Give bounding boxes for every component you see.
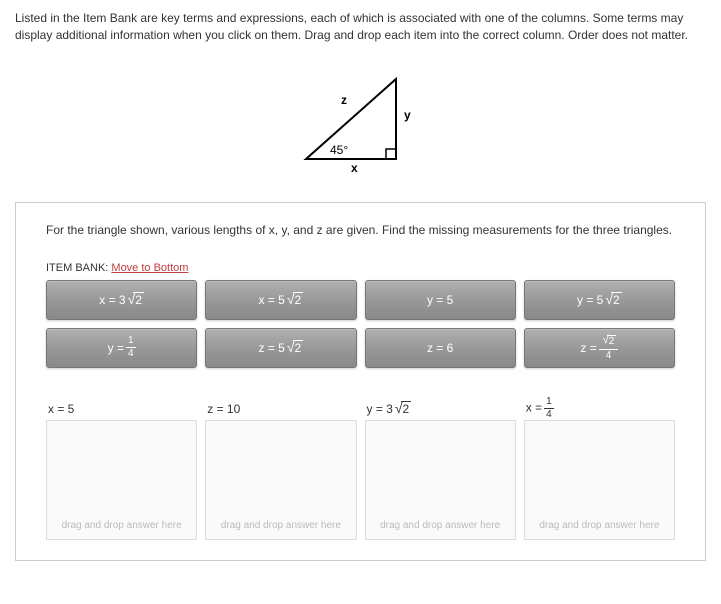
bank-item[interactable]: x = 5√2 xyxy=(205,280,356,320)
drop-column: x =14 drag and drop answer here xyxy=(524,398,675,540)
drop-target[interactable]: drag and drop answer here xyxy=(205,420,356,540)
bank-item[interactable]: z = 6 xyxy=(365,328,516,368)
drop-column-header: z = 10 xyxy=(205,398,356,420)
drop-column-header: y = 3√2 xyxy=(365,398,516,420)
drop-target[interactable]: drag and drop answer here xyxy=(524,420,675,540)
angle-label: 45° xyxy=(330,143,348,157)
drop-hint-text: drag and drop answer here xyxy=(539,520,659,531)
side-y-label: y xyxy=(404,108,411,122)
move-to-bottom-link[interactable]: Move to Bottom xyxy=(111,262,188,274)
side-z-label: z xyxy=(341,93,347,107)
drop-hint-text: drag and drop answer here xyxy=(380,520,500,531)
drop-hint-text: drag and drop answer here xyxy=(62,520,182,531)
drop-column: z = 10 drag and drop answer here xyxy=(205,398,356,540)
bank-item[interactable]: y = 5 xyxy=(365,280,516,320)
bank-item[interactable]: y = 5√2 xyxy=(524,280,675,320)
bank-item[interactable]: z =√24 xyxy=(524,328,675,368)
item-bank-grid: x = 3√2x = 5√2y = 5y = 5√2y =14z = 5√2z … xyxy=(46,280,675,368)
drop-column-header: x = 5 xyxy=(46,398,197,420)
question-text: For the triangle shown, various lengths … xyxy=(46,223,675,237)
drop-hint-text: drag and drop answer here xyxy=(221,520,341,531)
drop-column-header: x =14 xyxy=(524,398,675,420)
drop-target[interactable]: drag and drop answer here xyxy=(365,420,516,540)
drop-target[interactable]: drag and drop answer here xyxy=(46,420,197,540)
drop-columns-row: x = 5 drag and drop answer here z = 10 drag… xyxy=(46,398,675,540)
triangle-figure: 45° z y x xyxy=(15,64,706,177)
bank-item[interactable]: x = 3√2 xyxy=(46,280,197,320)
side-x-label: x xyxy=(351,161,358,174)
drop-column: y = 3√2 drag and drop answer here xyxy=(365,398,516,540)
item-bank-label: ITEM BANK: Move to Bottom xyxy=(46,262,675,274)
drop-column: x = 5 drag and drop answer here xyxy=(46,398,197,540)
bank-item[interactable]: z = 5√2 xyxy=(205,328,356,368)
bank-item[interactable]: y =14 xyxy=(46,328,197,368)
question-container: For the triangle shown, various lengths … xyxy=(15,202,706,561)
instructions-text: Listed in the Item Bank are key terms an… xyxy=(15,10,706,44)
